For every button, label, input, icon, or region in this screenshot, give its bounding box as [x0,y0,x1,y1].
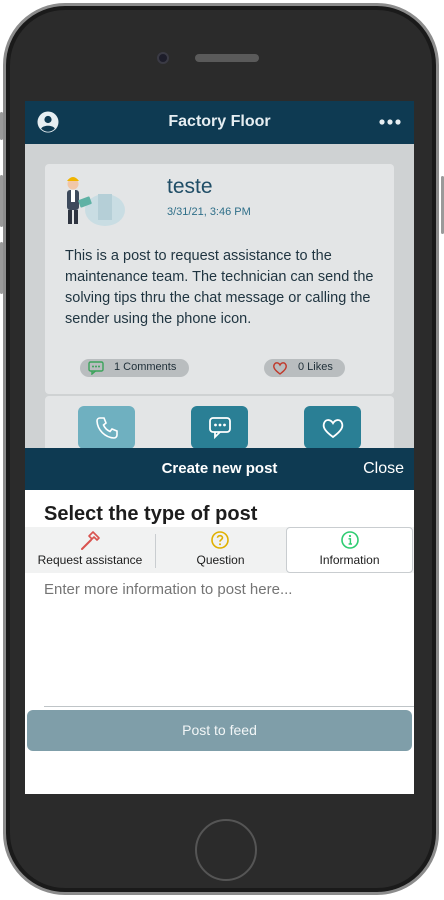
info-circle-icon [341,531,359,549]
app-screen: Factory Floor teste 3/31/21, 3:46 PM Thi… [25,101,414,794]
speaker-grill [195,54,259,62]
post-type-label: Request assistance [37,553,143,567]
post-type-request-assistance[interactable]: Request assistance [25,527,155,573]
side-button-volume-down [0,242,3,294]
question-circle-icon [211,531,229,549]
home-button[interactable] [195,819,257,881]
chat-button[interactable] [191,406,248,449]
likes-badge[interactable]: 0 Likes [264,359,345,377]
app-header: Factory Floor [25,101,414,144]
hammer-icon [81,531,100,550]
post-type-question[interactable]: Question [156,527,285,573]
post-author: teste [167,175,213,198]
post-type-heading: Select the type of post [44,503,258,525]
app-title: Factory Floor [168,113,271,130]
post-to-feed-button[interactable]: Post to feed [27,710,412,751]
post-type-label: Question [196,553,245,567]
chat-icon [209,417,231,440]
post-timestamp: 3/31/21, 3:46 PM [167,206,251,218]
side-button-volume-up [0,175,3,227]
post-text-input[interactable] [44,577,414,707]
heart-icon [322,419,344,439]
post-type-label: Information [319,553,380,567]
like-button[interactable] [304,406,361,449]
close-button[interactable]: Close [363,460,404,478]
post-body-text: This is a post to request assistance to … [65,248,374,327]
likes-count-label: 0 Likes [298,361,333,373]
post-type-selector: Request assistance Question Information [25,527,414,573]
comments-count-label: 1 Comments [114,361,177,373]
more-options-icon[interactable] [378,115,402,129]
comments-badge[interactable]: 1 Comments [80,359,189,377]
chat-bubble-icon [88,361,104,375]
phone-icon [96,417,118,439]
camera-dot [157,52,169,64]
create-post-title: Create new post [161,460,278,477]
create-post-header: Create new post Close [25,448,414,490]
call-button[interactable] [78,406,135,449]
heart-outline-icon [273,362,287,375]
side-button-mute [0,112,3,140]
create-post-sheet: Select the type of post Request assistan… [25,490,414,794]
technician-illustration [67,177,125,226]
post-card: teste 3/31/21, 3:46 PM This is a post to… [45,164,394,394]
post-type-information[interactable]: Information [286,527,413,573]
